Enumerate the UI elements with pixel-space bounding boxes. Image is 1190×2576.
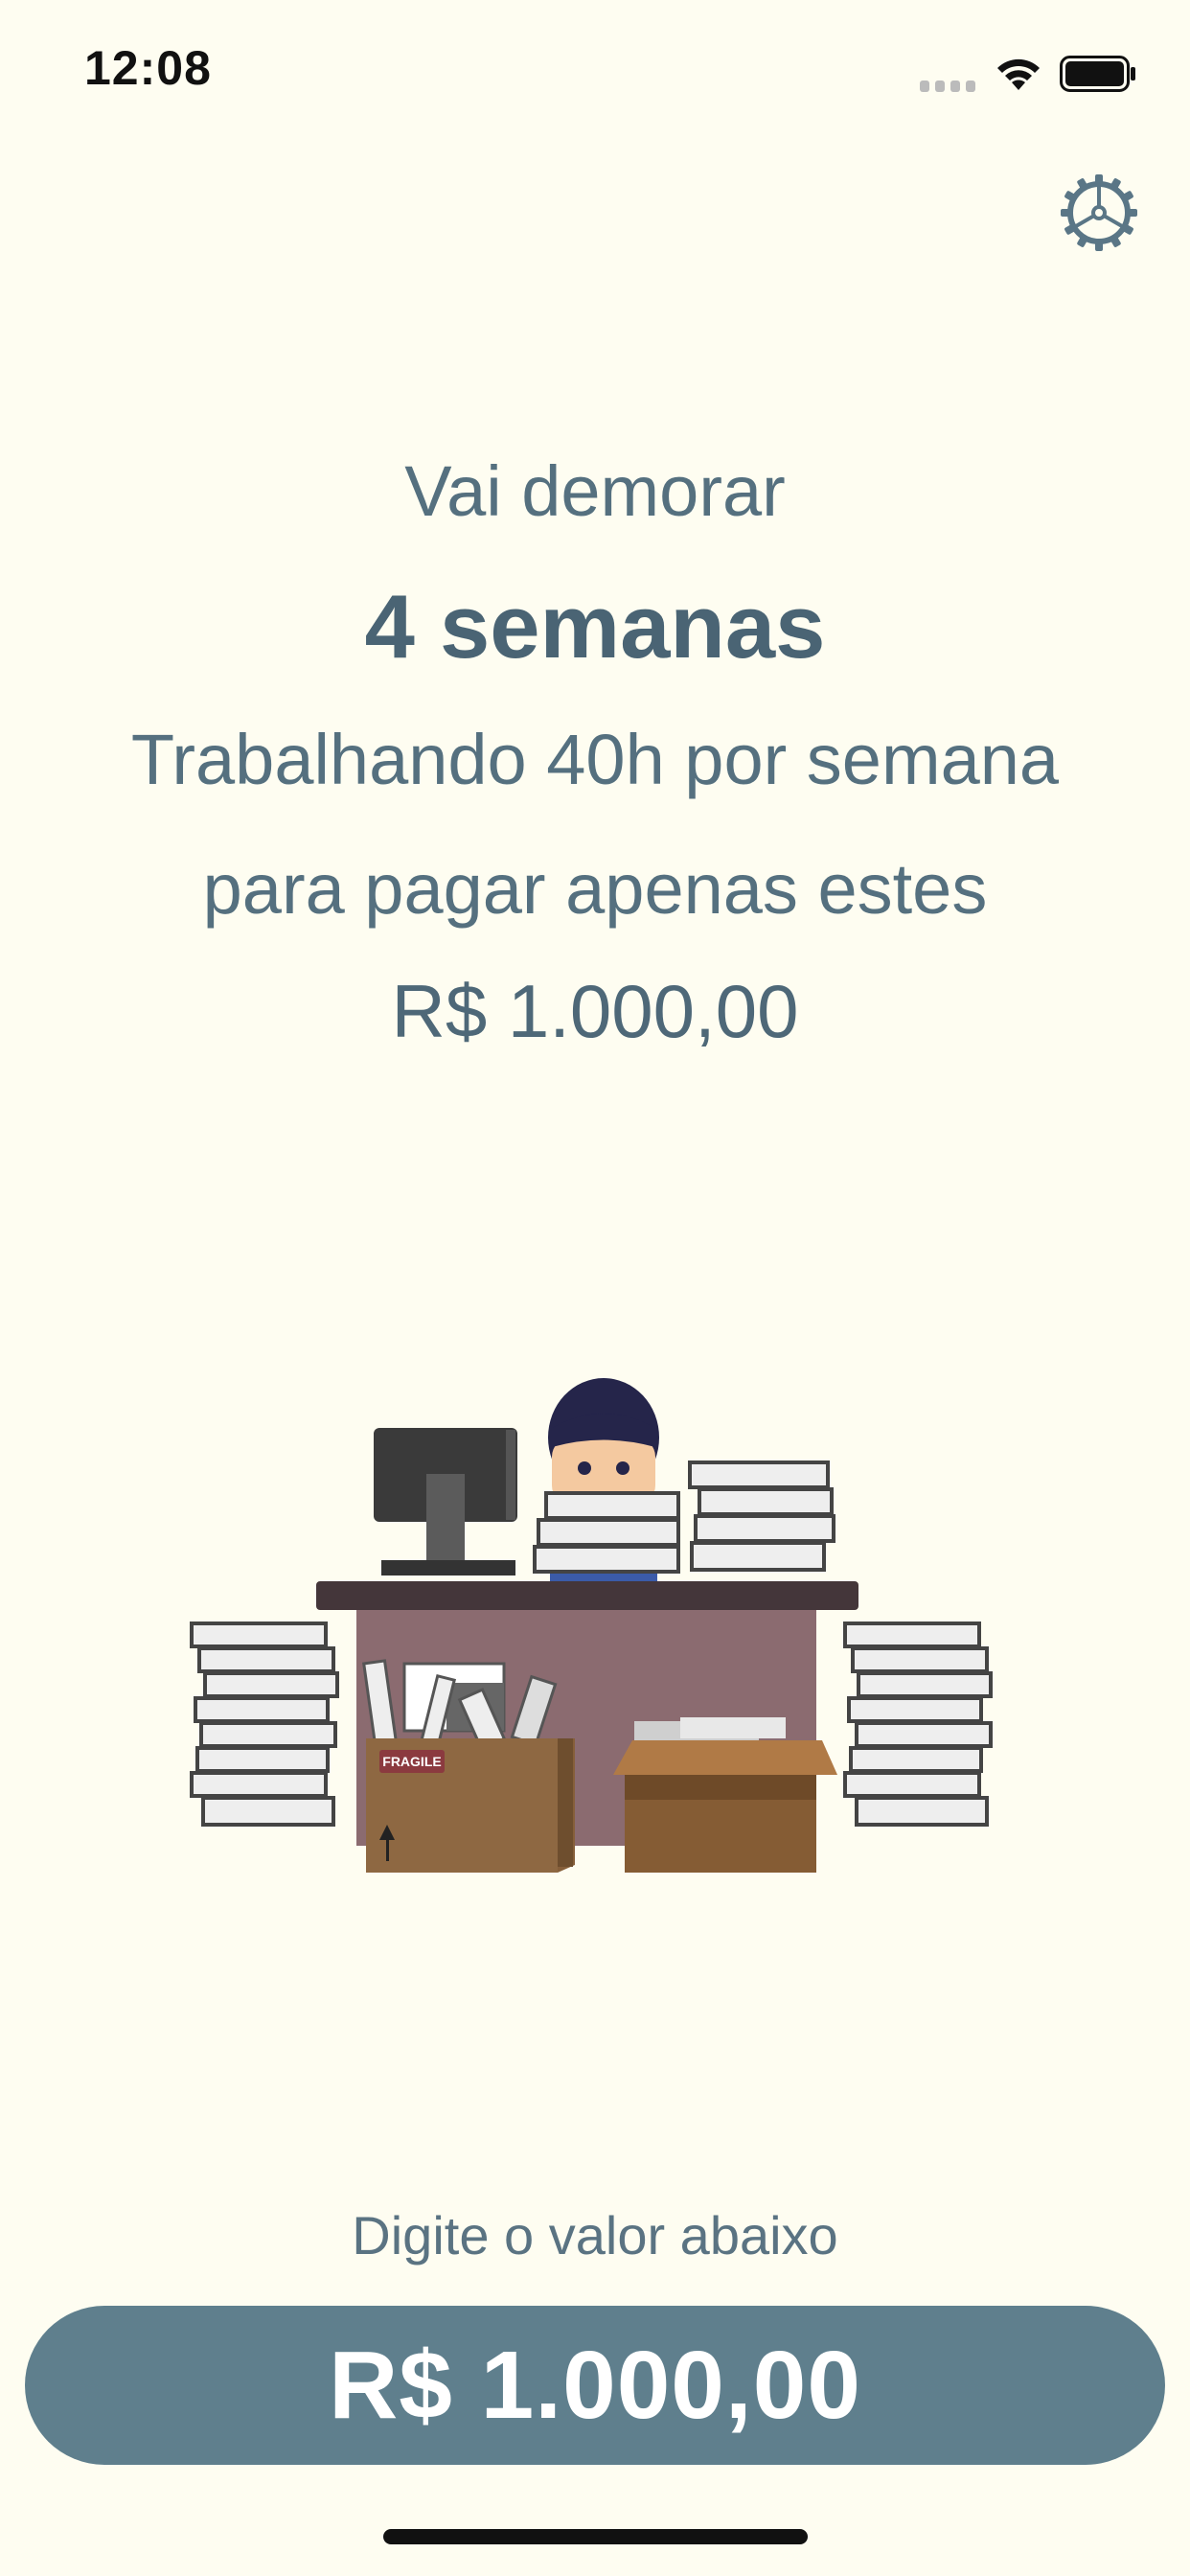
settings-button[interactable] (1059, 172, 1139, 253)
open-box-icon (613, 1717, 837, 1873)
status-icons (920, 50, 1140, 98)
monitor-icon (374, 1428, 517, 1576)
fragile-box-icon: FRAGILE (366, 1738, 575, 1873)
intro-text: Vai demorar (404, 451, 786, 531)
books-icon (190, 1622, 339, 1827)
amount-text: R$ 1.000,00 (391, 969, 799, 1053)
svg-text:FRAGILE: FRAGILE (382, 1754, 441, 1769)
status-time: 12:08 (84, 41, 212, 95)
home-indicator (383, 2529, 808, 2544)
purpose-text: para pagar apenas estes (202, 849, 988, 929)
value-input-text: R$ 1.000,00 (329, 2331, 861, 2439)
books-icon (843, 1622, 993, 1827)
books-icon (688, 1460, 835, 1572)
gear-icon (1061, 174, 1137, 251)
status-bar: 12:08 (0, 0, 1190, 144)
office-desk-illustration: FRAGILE (190, 1378, 993, 1873)
signal-icon (920, 80, 975, 92)
books-icon (533, 1491, 680, 1574)
wifi-icon (997, 58, 1040, 90)
value-input[interactable]: R$ 1.000,00 (25, 2306, 1165, 2465)
battery-icon (1060, 56, 1135, 92)
desk-top (316, 1581, 858, 1610)
work-hours-text: Trabalhando 40h por semana (130, 720, 1060, 799)
duration-text: 4 semanas (364, 576, 826, 677)
input-prompt: Digite o valor abaixo (352, 2205, 838, 2266)
